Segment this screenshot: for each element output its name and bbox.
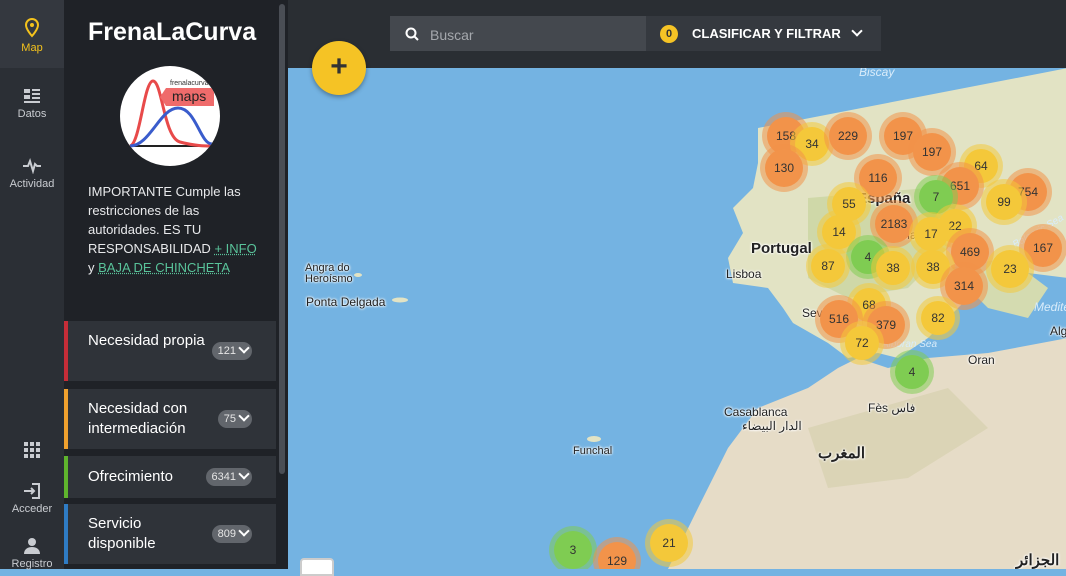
search-icon bbox=[405, 27, 419, 41]
rail-label-registro: Registro bbox=[12, 558, 53, 570]
rail-item-map[interactable]: Map bbox=[0, 0, 64, 68]
map-label-angra: Angra do Heroísmo bbox=[305, 263, 365, 285]
logo-caption: maps bbox=[172, 88, 206, 104]
map-cluster-marker[interactable]: 314 bbox=[945, 267, 983, 305]
map-label-ponta-delgada: Ponta Delgada bbox=[306, 295, 385, 309]
apps-grid-icon bbox=[24, 442, 40, 458]
rail-label-actividad: Actividad bbox=[10, 178, 55, 190]
map-label-morocco: المغرب bbox=[818, 444, 865, 462]
map-cluster-marker[interactable]: 167 bbox=[1024, 229, 1062, 267]
map-label-oran: Oran bbox=[968, 353, 995, 367]
unsubscribe-pin-link[interactable]: BAJA DE CHINCHETA bbox=[98, 260, 230, 275]
map-cluster-marker[interactable]: 82 bbox=[921, 301, 955, 335]
map-view[interactable]: Biscay España Portugal Lisboa Madrid Sev… bbox=[288, 68, 1066, 569]
category-label: Servicio disponible bbox=[88, 514, 208, 554]
filter-label: CLASIFICAR Y FILTRAR bbox=[692, 26, 841, 41]
rail-label-map: Map bbox=[21, 42, 42, 54]
rail-label-acceder: Acceder bbox=[12, 503, 52, 515]
map-cluster-marker[interactable]: 99 bbox=[986, 184, 1022, 220]
activity-icon bbox=[22, 158, 42, 174]
rail-label-datos: Datos bbox=[18, 108, 47, 120]
info-link[interactable]: + INFO bbox=[214, 241, 256, 256]
category-count: 809 bbox=[218, 528, 236, 540]
rail-item-datos[interactable]: Datos bbox=[0, 88, 64, 120]
map-label-mediterranean: Mediterranean bbox=[1034, 300, 1066, 314]
user-icon bbox=[23, 537, 41, 554]
chevron-down-icon bbox=[851, 25, 862, 36]
chevron-down-icon bbox=[238, 468, 249, 479]
category-count: 75 bbox=[224, 413, 236, 425]
search-input[interactable] bbox=[428, 16, 642, 53]
map-label-fes: Fès فاس bbox=[868, 401, 915, 415]
chevron-down-icon bbox=[238, 342, 249, 353]
category-count-badge[interactable]: 6341 bbox=[206, 468, 252, 486]
map-cluster-marker[interactable]: 116 bbox=[859, 159, 897, 197]
map-cluster-marker[interactable]: 7 bbox=[919, 180, 953, 214]
category-label: Ofrecimiento bbox=[88, 467, 208, 487]
category-necesidad-intermediacion[interactable]: Necesidad con intermediación 75 bbox=[64, 389, 276, 449]
rail-item-acceder[interactable]: Acceder bbox=[0, 483, 64, 515]
rail-item-registro[interactable]: Registro bbox=[0, 537, 64, 570]
map-label-biscay: Biscay bbox=[859, 68, 894, 79]
add-pin-button[interactable]: + bbox=[312, 41, 366, 95]
map-label-funchal: Funchal bbox=[573, 445, 612, 457]
map-cluster-marker[interactable]: 38 bbox=[916, 250, 950, 284]
brand-logo: frenalacurva maps bbox=[120, 66, 220, 166]
category-count: 121 bbox=[218, 345, 236, 357]
category-ofrecimiento[interactable]: Ofrecimiento 6341 bbox=[64, 456, 276, 498]
map-label-lisboa: Lisboa bbox=[726, 267, 761, 281]
map-cluster-marker[interactable]: 38 bbox=[876, 251, 910, 285]
sidebar-scrollbar[interactable] bbox=[279, 4, 285, 474]
category-color-bar bbox=[64, 321, 68, 381]
category-count-badge[interactable]: 121 bbox=[212, 342, 252, 360]
chevron-down-icon bbox=[238, 525, 249, 536]
map-cluster-marker[interactable]: 72 bbox=[845, 326, 879, 360]
zoom-control[interactable] bbox=[300, 558, 334, 576]
map-cluster-marker[interactable]: 3 bbox=[554, 531, 592, 569]
map-cluster-marker[interactable]: 2183 bbox=[875, 205, 913, 243]
brand-title: FrenaLaCurva bbox=[88, 18, 256, 47]
map-cluster-marker[interactable]: 23 bbox=[991, 250, 1029, 288]
map-cluster-marker[interactable]: 87 bbox=[811, 249, 845, 283]
map-cluster-marker[interactable]: 17 bbox=[914, 217, 948, 251]
category-count: 6341 bbox=[212, 471, 236, 483]
map-label-algeria: الجزائر bbox=[1016, 551, 1059, 569]
top-bar: 0 CLASIFICAR Y FILTRAR bbox=[288, 0, 1066, 68]
category-label: Necesidad con intermediación bbox=[88, 399, 218, 439]
map-cluster-marker[interactable]: 229 bbox=[829, 117, 867, 155]
map-cluster-marker[interactable]: 130 bbox=[765, 149, 803, 187]
map-label-casablanca-ar: الدار البيضاء bbox=[742, 419, 802, 433]
category-count-badge[interactable]: 75 bbox=[218, 410, 252, 428]
category-necesidad-propia[interactable]: Necesidad propia 121 bbox=[64, 321, 276, 381]
important-notice: IMPORTANTE Cumple las restricciones de l… bbox=[88, 182, 258, 277]
logo-caption-top: frenalacurva bbox=[170, 80, 209, 87]
rail-item-actividad[interactable]: Actividad bbox=[0, 158, 64, 190]
map-label-alger: Alger bbox=[1050, 324, 1066, 338]
icon-rail: Map Datos Actividad Acceder Registro bbox=[0, 0, 64, 569]
filter-dropdown-button[interactable]: 0 CLASIFICAR Y FILTRAR bbox=[646, 16, 881, 51]
map-cluster-marker[interactable]: 21 bbox=[650, 524, 688, 562]
map-cluster-marker[interactable]: 4 bbox=[895, 355, 929, 389]
filter-count-badge: 0 bbox=[660, 25, 678, 43]
category-color-bar bbox=[64, 504, 68, 564]
map-cluster-marker[interactable]: 197 bbox=[913, 133, 951, 171]
login-icon bbox=[23, 483, 41, 499]
map-label-casablanca: Casablanca bbox=[724, 405, 787, 419]
map-pin-icon bbox=[24, 18, 40, 38]
rail-item-apps[interactable] bbox=[0, 442, 64, 462]
category-color-bar bbox=[64, 456, 68, 498]
chevron-down-icon bbox=[238, 410, 249, 421]
category-servicio-disponible[interactable]: Servicio disponible 809 bbox=[64, 504, 276, 564]
category-label: Necesidad propia bbox=[88, 331, 208, 351]
category-count-badge[interactable]: 809 bbox=[212, 525, 252, 543]
search-box bbox=[390, 16, 646, 51]
notice-and: y bbox=[88, 260, 95, 275]
map-cluster-marker[interactable]: 469 bbox=[951, 233, 989, 271]
sidebar-panel: FrenaLaCurva frenalacurva maps IMPORTANT… bbox=[64, 0, 288, 569]
list-icon bbox=[23, 88, 41, 104]
map-cluster-marker[interactable]: 34 bbox=[795, 127, 829, 161]
category-color-bar bbox=[64, 389, 68, 449]
map-label-portugal: Portugal bbox=[751, 240, 812, 257]
map-cluster-marker[interactable]: 14 bbox=[822, 215, 856, 249]
